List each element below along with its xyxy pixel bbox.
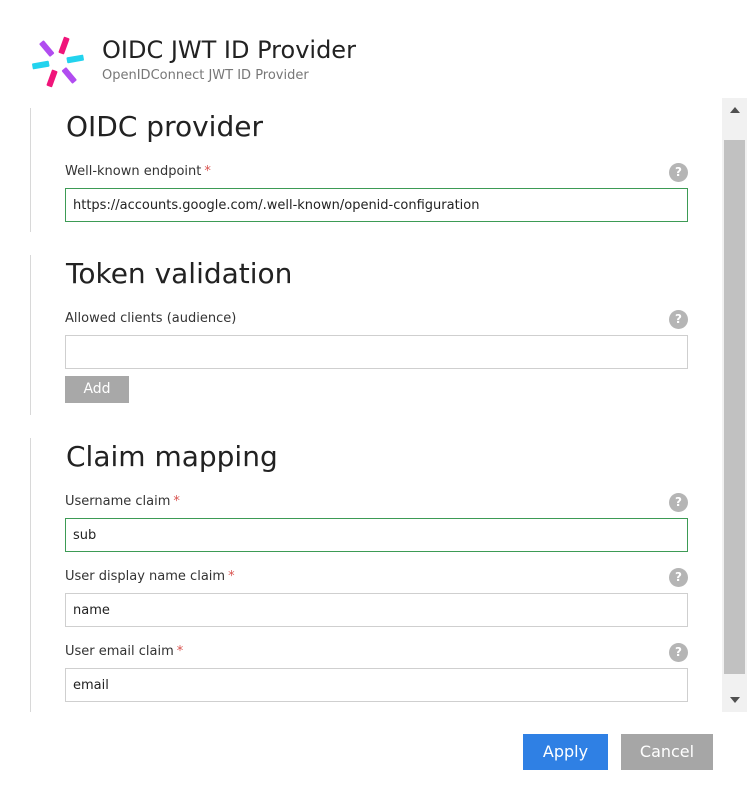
scrollbar-thumb[interactable] [724,140,745,674]
username-claim-label: Username claim * [65,494,180,509]
required-marker: * [204,164,211,179]
section-oidc-provider: OIDC provider [30,108,263,232]
settings-scroll-area[interactable]: OIDC provider Well-known endpoint* ? Tok… [0,98,747,712]
email-claim-input[interactable] [65,668,688,702]
allowed-clients-label: Allowed clients (audience) [65,311,237,326]
display-name-claim-input[interactable] [65,593,688,627]
apply-button[interactable]: Apply [523,734,608,770]
help-icon[interactable]: ? [669,643,688,662]
add-client-button[interactable]: Add [65,376,129,403]
jwt-logo-icon [32,36,84,88]
section-claim-mapping: Claim mapping [30,438,278,712]
help-icon[interactable]: ? [669,310,688,329]
scroll-up-arrow-icon[interactable] [722,98,747,122]
well-known-endpoint-input[interactable] [65,188,688,222]
email-claim-label: User email claim * [65,644,184,659]
required-marker: * [176,644,184,659]
display-name-claim-label: User display name claim * [65,569,235,584]
dialog-title: OIDC JWT ID Provider [102,36,356,64]
help-icon[interactable]: ? [669,568,688,587]
dialog-header: OIDC JWT ID Provider OpenIDConnect JWT I… [30,34,356,90]
help-icon[interactable]: ? [669,163,688,182]
required-marker: * [173,494,180,509]
required-marker: * [228,569,235,584]
section-title-claim-mapping: Claim mapping [66,440,278,473]
help-icon[interactable]: ? [669,493,688,512]
cancel-button[interactable]: Cancel [621,734,713,770]
section-title-token-validation: Token validation [66,257,293,290]
allowed-clients-input[interactable] [65,335,688,369]
scroll-down-arrow-icon[interactable] [722,688,747,712]
dialog-subtitle: OpenIDConnect JWT ID Provider [102,68,309,83]
section-title-oidc-provider: OIDC provider [66,110,263,143]
vertical-scrollbar[interactable] [722,98,747,712]
username-claim-input[interactable] [65,518,688,552]
well-known-endpoint-label: Well-known endpoint * [65,164,211,179]
section-token-validation: Token validation [30,255,292,415]
